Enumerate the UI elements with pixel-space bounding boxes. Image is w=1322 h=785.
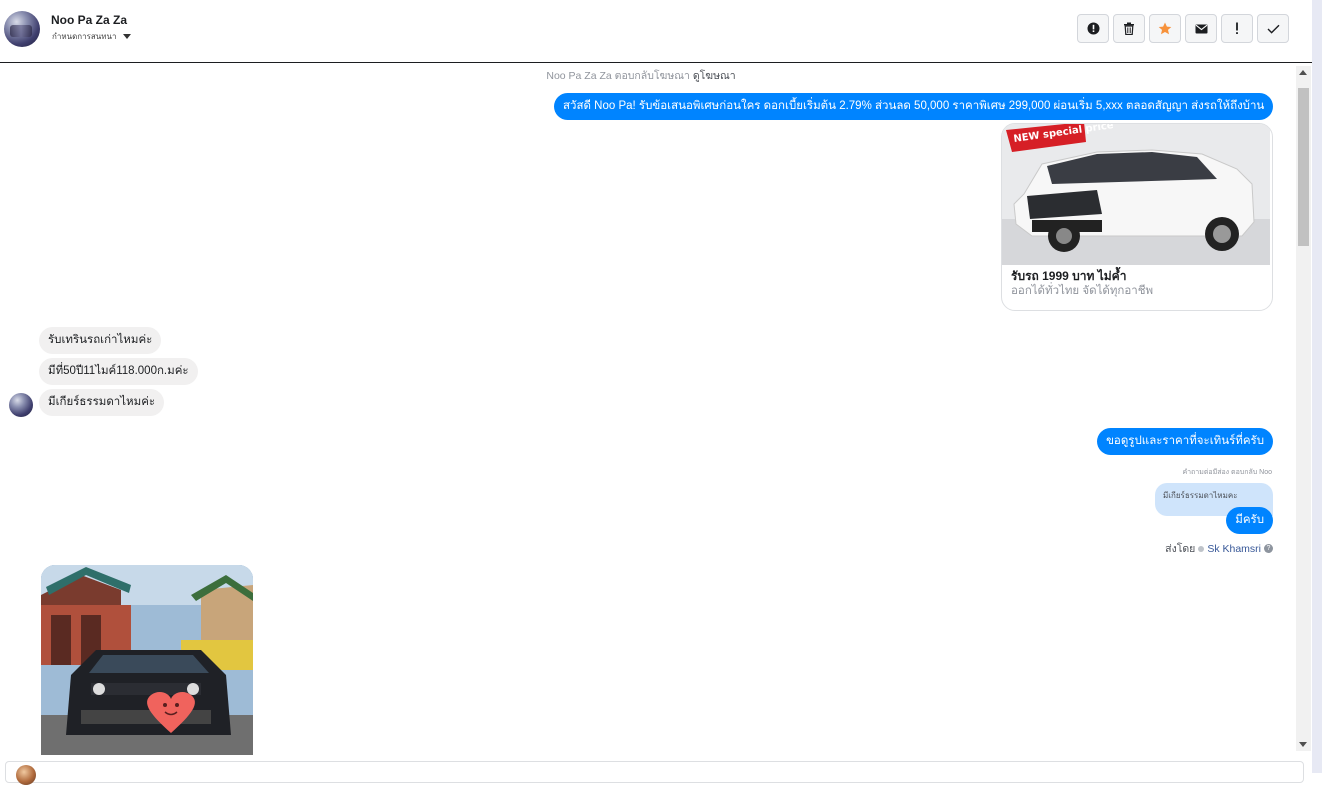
contact-name[interactable]: Noo Pa Za Za [51,13,127,27]
ad-reply-notice: Noo Pa Za Za ตอบกลับโฆษณา ดูโฆษณา [0,67,1282,84]
message-scrollbar[interactable] [1296,66,1311,751]
incoming-message: มีที่50ปี11ไมค์118.000ก.มค่ะ [39,358,198,385]
reply-context-note: คำถามต่อมีส่อง ตอบกลับ Noo [1182,469,1272,476]
ad-message-bubble: สวัสดี Noo Pa! รับข้อเสนอพิเศษก่อนใคร ดอ… [554,93,1274,120]
caret-down-icon [122,34,131,39]
page-avatar [16,765,36,785]
sent-by-line: ส่งโดย Sk Khamsri ? [1165,540,1273,557]
pickup-truck-image: NEW special price [1002,124,1270,265]
alert-circle-icon [1087,22,1099,35]
sent-by-label: ส่งโดย [1165,543,1196,555]
ad-card-image: NEW special price [1002,124,1270,265]
conversation-settings-label: กำหนดการสนทนา [52,32,117,41]
scroll-down-arrow-icon[interactable] [1299,742,1307,747]
agent-status-icon [1198,545,1205,552]
help-icon[interactable]: ? [1264,544,1273,553]
outgoing-message: มีครับ [1226,507,1273,534]
sent-by-agent[interactable]: Sk Khamsri [1207,543,1261,555]
scroll-up-arrow-icon[interactable] [1299,70,1307,75]
incoming-message: รับเทรินรถเก่าไหมค่ะ [39,327,162,354]
conversation-header: Noo Pa Za Za กำหนดการสนทนา [0,0,1312,63]
important-button[interactable] [1221,14,1253,43]
mark-done-button[interactable] [1257,14,1289,43]
mark-spam-button[interactable] [1077,14,1109,43]
sender-avatar[interactable] [9,393,33,417]
delete-button[interactable] [1113,14,1145,43]
conversation-toolbar [1077,14,1289,43]
incoming-message: มีเกียร์ธรรมดาไหมค่ะ [39,389,165,416]
star-button[interactable] [1149,14,1181,43]
ad-reply-prefix: Noo Pa Za Za ตอบกลับโฆษณา [546,70,690,82]
star-icon [1158,22,1172,35]
scrollbar-thumb[interactable] [1298,88,1309,246]
contact-avatar[interactable] [4,11,40,47]
ad-card[interactable]: NEW special price รับรถ 1999 บาท ไม่ค้ำ … [1001,123,1273,311]
ad-card-subtitle: ออกได้ทั่วไทย จัดได้ทุกอาชีพ [1011,285,1154,297]
window-edge [1312,0,1322,773]
outgoing-message: ขอดูรูปและราคาที่จะเทินร์ที่ครับ [1097,428,1273,455]
mail-icon [1195,24,1207,33]
car-photo-image [41,565,253,755]
exclamation-icon [1236,22,1238,34]
check-icon [1267,24,1279,34]
message-composer[interactable] [5,761,1304,785]
conversation-settings-dropdown[interactable]: กำหนดการสนทนา [52,30,131,43]
view-ad-link[interactable]: ดูโฆษณา [693,70,736,82]
mark-unread-button[interactable] [1185,14,1217,43]
incoming-photo[interactable] [41,565,253,755]
trash-icon [1124,22,1134,35]
